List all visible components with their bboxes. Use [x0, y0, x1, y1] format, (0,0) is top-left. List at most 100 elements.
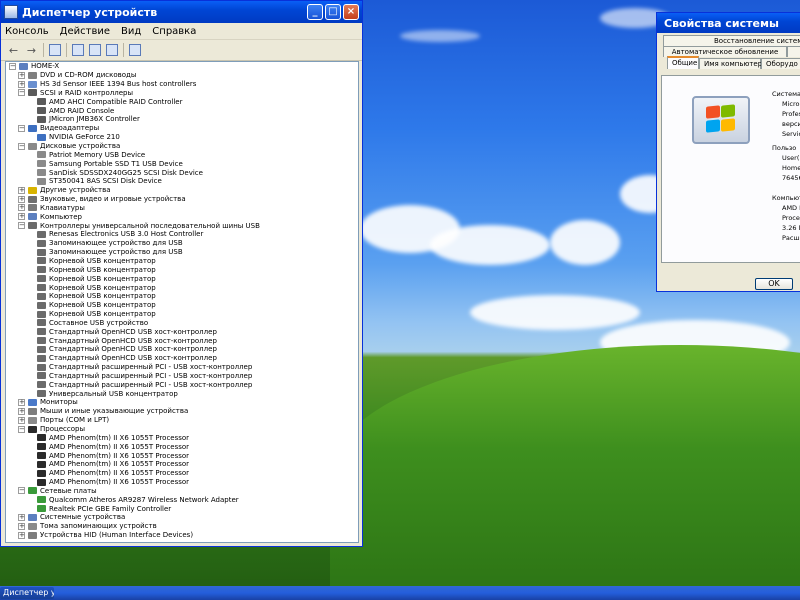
- tree-row[interactable]: Корневой USB концентратор: [6, 265, 358, 274]
- tree-row[interactable]: Realtek PCIe GBE Family Controller: [6, 504, 358, 513]
- tree-row[interactable]: Стандартный расширенный PCI - USB хост-к…: [6, 372, 358, 381]
- tree-row[interactable]: Корневой USB концентратор: [6, 301, 358, 310]
- device-manager-window[interactable]: Диспетчер устройств _ □ × Консоль Действ…: [0, 0, 363, 547]
- tree-row[interactable]: + Клавиатуры: [6, 204, 358, 213]
- tree-row[interactable]: − Сетевые платы: [6, 487, 358, 496]
- tree-row[interactable]: Стандартный OpenHCD USB хост-контроллер: [6, 354, 358, 363]
- tree-row[interactable]: AMD Phenom(tm) II X6 1055T Processor: [6, 442, 358, 451]
- expand-icon[interactable]: +: [18, 195, 25, 203]
- collapse-icon[interactable]: −: [18, 142, 25, 150]
- tree-row[interactable]: Patriot Memory USB Device: [6, 150, 358, 159]
- tree-row[interactable]: Корневой USB концентратор: [6, 292, 358, 301]
- expand-icon[interactable]: +: [18, 407, 25, 415]
- expand-icon[interactable]: +: [18, 213, 25, 221]
- tree-row[interactable]: + Порты (COM и LPT): [6, 416, 358, 425]
- tree-row[interactable]: − Контроллеры универсальной последователь…: [6, 221, 358, 230]
- tab-general[interactable]: Общие: [667, 56, 699, 69]
- tree-row[interactable]: Стандартный расширенный PCI - USB хост-к…: [6, 380, 358, 389]
- tree-row[interactable]: JMicron JMB36X Controller: [6, 115, 358, 124]
- system-properties-dialog[interactable]: Свойства системы Восстановление системы …: [656, 12, 800, 292]
- tree-row[interactable]: + Устройства HID (Human Interface Devices…: [6, 531, 358, 540]
- tree-row[interactable]: AMD RAID Console: [6, 106, 358, 115]
- expand-icon[interactable]: +: [18, 80, 25, 88]
- tree-row[interactable]: + Компьютер: [6, 212, 358, 221]
- help-icon[interactable]: [89, 44, 101, 56]
- tree-row[interactable]: Корневой USB концентратор: [6, 274, 358, 283]
- tree-row-label: Корневой USB концентратор: [49, 310, 156, 319]
- tree-row[interactable]: Универсальный USB концентратор: [6, 389, 358, 398]
- device-manager-titlebar[interactable]: Диспетчер устройств _ □ ×: [1, 1, 362, 23]
- tree-row[interactable]: + Звуковые, видео и игровые устройства: [6, 195, 358, 204]
- tree-row[interactable]: SanDisk SDSSDX240GG25 SCSI Disk Device: [6, 168, 358, 177]
- menu-action[interactable]: Действие: [60, 26, 110, 37]
- tree-row[interactable]: NVIDIA GeForce 210: [6, 133, 358, 142]
- show-hide-tree-icon[interactable]: [49, 44, 61, 56]
- forward-arrow-icon[interactable]: →: [25, 44, 38, 57]
- tree-row[interactable]: + Тома запоминающих устройств: [6, 522, 358, 531]
- tree-row[interactable]: + DVD и CD-ROM дисководы: [6, 71, 358, 80]
- tree-row[interactable]: + Мониторы: [6, 398, 358, 407]
- tab-remote[interactable]: [787, 46, 800, 57]
- tree-row[interactable]: − HOME-X: [6, 62, 358, 71]
- tab-hardware[interactable]: Оборудо: [761, 58, 800, 69]
- tree-row[interactable]: AMD Phenom(tm) II X6 1055T Processor: [6, 433, 358, 442]
- back-arrow-icon[interactable]: ←: [7, 44, 20, 57]
- tree-row[interactable]: AMD Phenom(tm) II X6 1055T Processor: [6, 451, 358, 460]
- close-button[interactable]: ×: [343, 4, 359, 20]
- tree-row[interactable]: Запоминающее устройство для USB: [6, 239, 358, 248]
- collapse-icon[interactable]: −: [9, 62, 16, 70]
- collapse-icon[interactable]: −: [18, 425, 25, 433]
- tree-row[interactable]: AMD Phenom(tm) II X6 1055T Processor: [6, 460, 358, 469]
- tree-row[interactable]: Стандартный OpenHCD USB хост-контроллер: [6, 336, 358, 345]
- system-properties-titlebar[interactable]: Свойства системы: [657, 13, 800, 33]
- collapse-icon[interactable]: −: [18, 487, 25, 495]
- tree-row[interactable]: + Другие устройства: [6, 186, 358, 195]
- print-icon[interactable]: [72, 44, 84, 56]
- ok-button[interactable]: OK: [755, 278, 793, 290]
- tree-row[interactable]: AMD AHCI Compatible RAID Controller: [6, 97, 358, 106]
- tree-row[interactable]: − Дисковые устройства: [6, 142, 358, 151]
- scan-hardware-icon[interactable]: [129, 44, 141, 56]
- tree-row[interactable]: − Видеоадаптеры: [6, 124, 358, 133]
- collapse-icon[interactable]: −: [18, 124, 25, 132]
- tree-row[interactable]: − SCSI и RAID контроллеры: [6, 89, 358, 98]
- expand-icon[interactable]: +: [18, 513, 25, 521]
- tree-row[interactable]: Корневой USB концентратор: [6, 310, 358, 319]
- tree-row[interactable]: Qualcomm Atheros AR9287 Wireless Network…: [6, 495, 358, 504]
- expand-icon[interactable]: +: [18, 186, 25, 194]
- tree-row[interactable]: + HS 3d Sensor IEEE 1394 Bus host control…: [6, 80, 358, 89]
- tree-row[interactable]: Renesas Electronics USB 3.0 Host Control…: [6, 230, 358, 239]
- tab-computer-name[interactable]: Имя компьютера: [699, 58, 766, 69]
- maximize-button[interactable]: □: [325, 4, 341, 20]
- tree-row[interactable]: + Системные устройства: [6, 513, 358, 522]
- expand-icon[interactable]: +: [18, 71, 25, 79]
- tree-row[interactable]: Стандартный OpenHCD USB хост-контроллер: [6, 327, 358, 336]
- tree-row[interactable]: Корневой USB концентратор: [6, 283, 358, 292]
- minimize-button[interactable]: _: [307, 4, 323, 20]
- expand-icon[interactable]: +: [18, 531, 25, 539]
- tree-row[interactable]: ST350041 8AS SCSI Disk Device: [6, 177, 358, 186]
- tree-row[interactable]: Стандартный OpenHCD USB хост-контроллер: [6, 345, 358, 354]
- expand-icon[interactable]: +: [18, 204, 25, 212]
- tree-row[interactable]: Корневой USB концентратор: [6, 257, 358, 266]
- expand-icon[interactable]: +: [18, 416, 25, 424]
- expand-icon[interactable]: +: [18, 398, 25, 406]
- menu-console[interactable]: Консоль: [5, 26, 49, 37]
- expand-icon[interactable]: +: [18, 522, 25, 530]
- tree-row[interactable]: AMD Phenom(tm) II X6 1055T Processor: [6, 469, 358, 478]
- tree-row[interactable]: Составное USB устройство: [6, 318, 358, 327]
- tab-system-restore[interactable]: Восстановление системы: [663, 35, 800, 46]
- collapse-icon[interactable]: −: [18, 222, 25, 230]
- collapse-icon[interactable]: −: [18, 89, 25, 97]
- taskbar-item-device-manager[interactable]: Диспетчер устройств: [0, 587, 54, 599]
- properties-icon[interactable]: [106, 44, 118, 56]
- tree-row[interactable]: Стандартный расширенный PCI - USB хост-к…: [6, 363, 358, 372]
- tree-row[interactable]: + Мыши и иные указывающие устройства: [6, 407, 358, 416]
- tree-row[interactable]: Запоминающее устройство для USB: [6, 248, 358, 257]
- tree-row[interactable]: Samsung Portable SSD T1 USB Device: [6, 159, 358, 168]
- device-tree[interactable]: − HOME-X + DVD и CD-ROM дисководы + HS 3d Sen…: [5, 61, 359, 543]
- tree-row[interactable]: AMD Phenom(tm) II X6 1055T Processor: [6, 478, 358, 487]
- menu-view[interactable]: Вид: [121, 26, 141, 37]
- tree-row[interactable]: − Процессоры: [6, 425, 358, 434]
- menu-help[interactable]: Справка: [152, 26, 196, 37]
